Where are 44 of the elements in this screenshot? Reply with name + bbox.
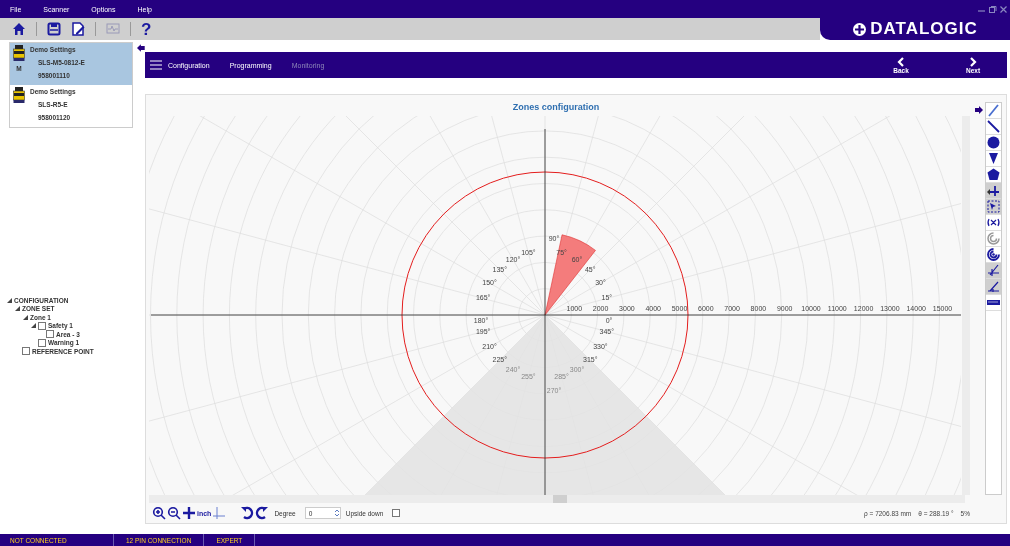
checkbox[interactable]: [38, 321, 46, 330]
zoom-in-icon[interactable]: [152, 506, 166, 520]
plot-title: Zones configuration: [512, 102, 600, 112]
checkbox[interactable]: [38, 338, 46, 347]
chevron-right-icon: [969, 56, 977, 67]
scanner-icon: [13, 45, 25, 61]
expand-arrow-icon[interactable]: [14, 306, 20, 312]
expand-arrow-icon[interactable]: [6, 297, 12, 303]
menu-icon[interactable]: [150, 60, 162, 70]
circle-icon[interactable]: [986, 135, 1001, 151]
expand-arrow-icon[interactable]: [22, 314, 28, 320]
expand-arrow-icon[interactable]: [30, 323, 36, 329]
home-icon[interactable]: [12, 22, 26, 36]
spinner-arrows-icon[interactable]: [333, 508, 340, 518]
radar-icon[interactable]: [986, 247, 1001, 263]
restore-icon[interactable]: [988, 4, 997, 14]
collapse-arrow-icon[interactable]: [137, 44, 145, 52]
chevron-left-icon: [897, 56, 905, 67]
zoom-out-icon[interactable]: [167, 506, 181, 520]
pencil-icon[interactable]: [986, 103, 1001, 119]
checkbox[interactable]: [46, 330, 54, 339]
help-button[interactable]: ?: [141, 20, 152, 38]
checkbox[interactable]: [22, 347, 30, 356]
angle-measure-icon[interactable]: [986, 263, 1001, 279]
rotate-right-icon[interactable]: [255, 506, 270, 520]
move-point-icon[interactable]: [986, 183, 1001, 199]
logo-icon: [852, 21, 868, 37]
coordinates-icon[interactable]: [986, 215, 1001, 231]
sector-icon[interactable]: [986, 151, 1001, 167]
move-icon[interactable]: [182, 506, 196, 520]
upside-down-checkbox[interactable]: [392, 509, 401, 517]
polygon-icon[interactable]: [986, 167, 1001, 183]
vertical-scrollbar[interactable]: [962, 116, 970, 495]
line-icon[interactable]: [986, 119, 1001, 135]
rotate-left-icon[interactable]: [240, 506, 255, 520]
select-icon[interactable]: [986, 199, 1001, 215]
document-edit-icon[interactable]: [71, 22, 85, 36]
logo-text: DATALOGIC: [870, 19, 978, 39]
horizontal-scrollbar[interactable]: [149, 495, 965, 503]
angle-measure-icon[interactable]: [986, 279, 1001, 295]
close-icon[interactable]: [999, 4, 1008, 14]
scanner-icon: [13, 87, 25, 103]
expand-arrow-icon[interactable]: [975, 106, 983, 114]
save-icon[interactable]: [47, 22, 61, 36]
